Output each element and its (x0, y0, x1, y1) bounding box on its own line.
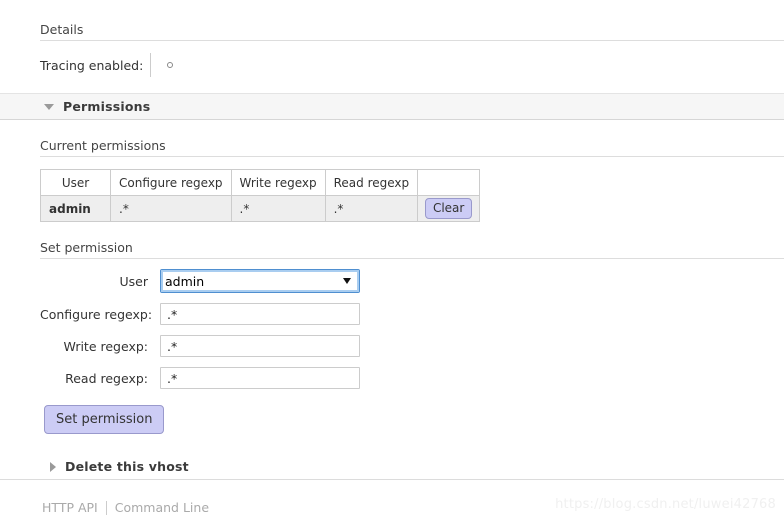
vhost-detail-page: Details Tracing enabled: Permissions Cur… (0, 0, 784, 527)
permissions-section-toggle[interactable]: Permissions (0, 93, 784, 120)
form-row-write-regexp: Write regexp: (40, 335, 784, 357)
triangle-down-icon (44, 103, 54, 110)
current-permissions-section: Current permissions User Configure regex… (40, 138, 784, 222)
details-section: Details Tracing enabled: (40, 22, 784, 77)
table-row: admin .* .* .* Clear (40, 195, 481, 222)
form-row-user: User admin (40, 269, 784, 293)
current-permissions-heading: Current permissions (40, 138, 784, 157)
triangle-right-icon (50, 461, 56, 472)
permissions-section-title: Permissions (63, 99, 151, 114)
column-header-actions (417, 169, 481, 196)
details-heading: Details (40, 22, 784, 41)
delete-vhost-section-toggle[interactable]: Delete this vhost (0, 454, 784, 480)
delete-vhost-section-title: Delete this vhost (65, 459, 189, 474)
cell-write-regexp: .* (230, 195, 326, 222)
user-field-label: User (119, 273, 149, 289)
form-row-read-regexp: Read regexp: (40, 367, 784, 389)
column-header-user: User (40, 169, 111, 196)
write-regexp-input[interactable] (160, 335, 360, 357)
clear-permission-button[interactable]: Clear (424, 198, 473, 219)
column-header-write-regexp: Write regexp (230, 169, 326, 196)
form-row-configure-regexp: Configure regexp: (40, 303, 784, 325)
set-permission-heading: Set permission (40, 240, 784, 259)
tracing-enabled-label: Tracing enabled: (40, 57, 144, 73)
set-permission-section: Set permission User admin Configure rege… (40, 240, 784, 389)
write-regexp-label: Write regexp: (63, 338, 148, 354)
cell-read-regexp: .* (324, 195, 419, 222)
detail-row-tracing-enabled: Tracing enabled: (40, 53, 784, 77)
cell-configure-regexp: .* (110, 195, 232, 222)
set-permission-button[interactable]: Set permission (44, 405, 165, 434)
tracing-enabled-value (150, 53, 173, 77)
cell-actions: Clear (417, 195, 481, 222)
configure-regexp-label: Configure regexp: (40, 306, 153, 322)
table-header-row: User Configure regexp Write regexp Read … (40, 169, 481, 196)
current-permissions-table: User Configure regexp Write regexp Read … (40, 169, 481, 222)
footer-link-command-line[interactable]: Command Line (115, 500, 209, 515)
read-regexp-label: Read regexp: (65, 370, 148, 386)
empty-circle-indicator-icon (167, 62, 173, 68)
user-select[interactable]: admin (160, 269, 360, 293)
footer-separator (105, 500, 107, 515)
cell-user: admin (40, 195, 111, 222)
read-regexp-input[interactable] (160, 367, 360, 389)
footer-link-http-api[interactable]: HTTP API (42, 500, 98, 515)
watermark-text: https://blog.csdn.net/luwei42768 (555, 497, 776, 512)
user-select-wrapper: admin (160, 269, 360, 293)
column-header-read-regexp: Read regexp (324, 169, 419, 196)
footer-links: HTTP API Command Line (42, 500, 209, 515)
configure-regexp-input[interactable] (160, 303, 360, 325)
column-header-configure-regexp: Configure regexp (110, 169, 232, 196)
